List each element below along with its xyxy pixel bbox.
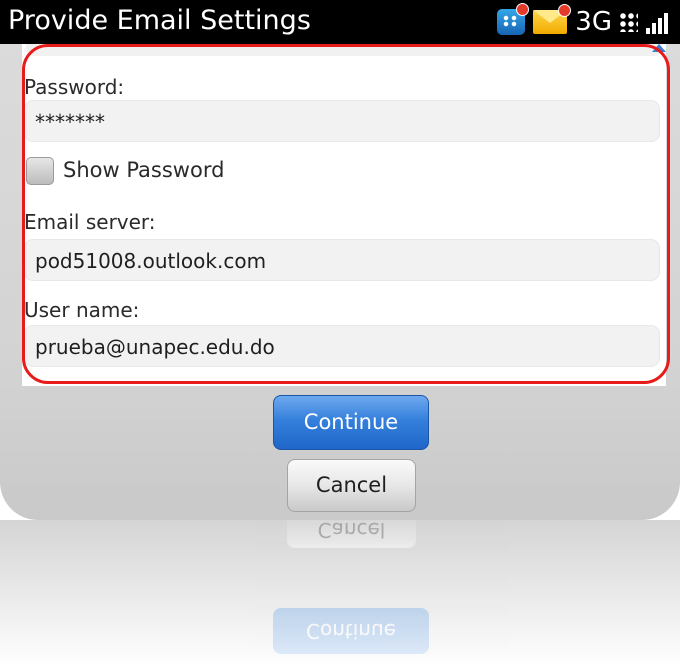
notification-badge-icon xyxy=(516,3,530,16)
screen-reflection: Cancel Continue xyxy=(0,520,680,666)
signal-strength-icon xyxy=(646,10,674,34)
continue-button-reflection: Continue xyxy=(273,608,429,654)
mail-icon[interactable] xyxy=(533,4,572,34)
bbm-icon[interactable] xyxy=(497,3,530,35)
cancel-button[interactable]: Cancel xyxy=(287,459,416,512)
email-server-label: Email server: xyxy=(24,210,156,234)
continue-button[interactable]: Continue xyxy=(273,395,429,450)
email-address-field-partial[interactable] xyxy=(26,44,662,56)
status-bar: Provide Email Settings 3G xyxy=(0,0,680,44)
show-password-label[interactable]: Show Password xyxy=(63,158,224,182)
show-password-checkbox[interactable] xyxy=(26,157,54,185)
blackberry-logo-icon xyxy=(620,12,638,32)
cancel-button-reflection: Cancel xyxy=(287,520,416,548)
notification-badge-icon xyxy=(558,4,572,17)
password-field[interactable]: ******* xyxy=(24,100,660,142)
username-field[interactable]: prueba@unapec.edu.do xyxy=(24,325,660,367)
email-server-field[interactable]: pod51008.outlook.com xyxy=(24,239,660,281)
password-label: Password: xyxy=(24,75,125,99)
status-indicators: 3G xyxy=(497,3,674,38)
screen-title: Provide Email Settings xyxy=(8,5,311,36)
reflection-content: Cancel Continue xyxy=(0,520,680,666)
scroll-up-arrow-icon[interactable] xyxy=(652,44,666,52)
network-type-label: 3G xyxy=(575,7,612,37)
username-label: User name: xyxy=(24,298,140,322)
app-frame: Provide Email Settings 3G Password: ****… xyxy=(0,0,680,520)
